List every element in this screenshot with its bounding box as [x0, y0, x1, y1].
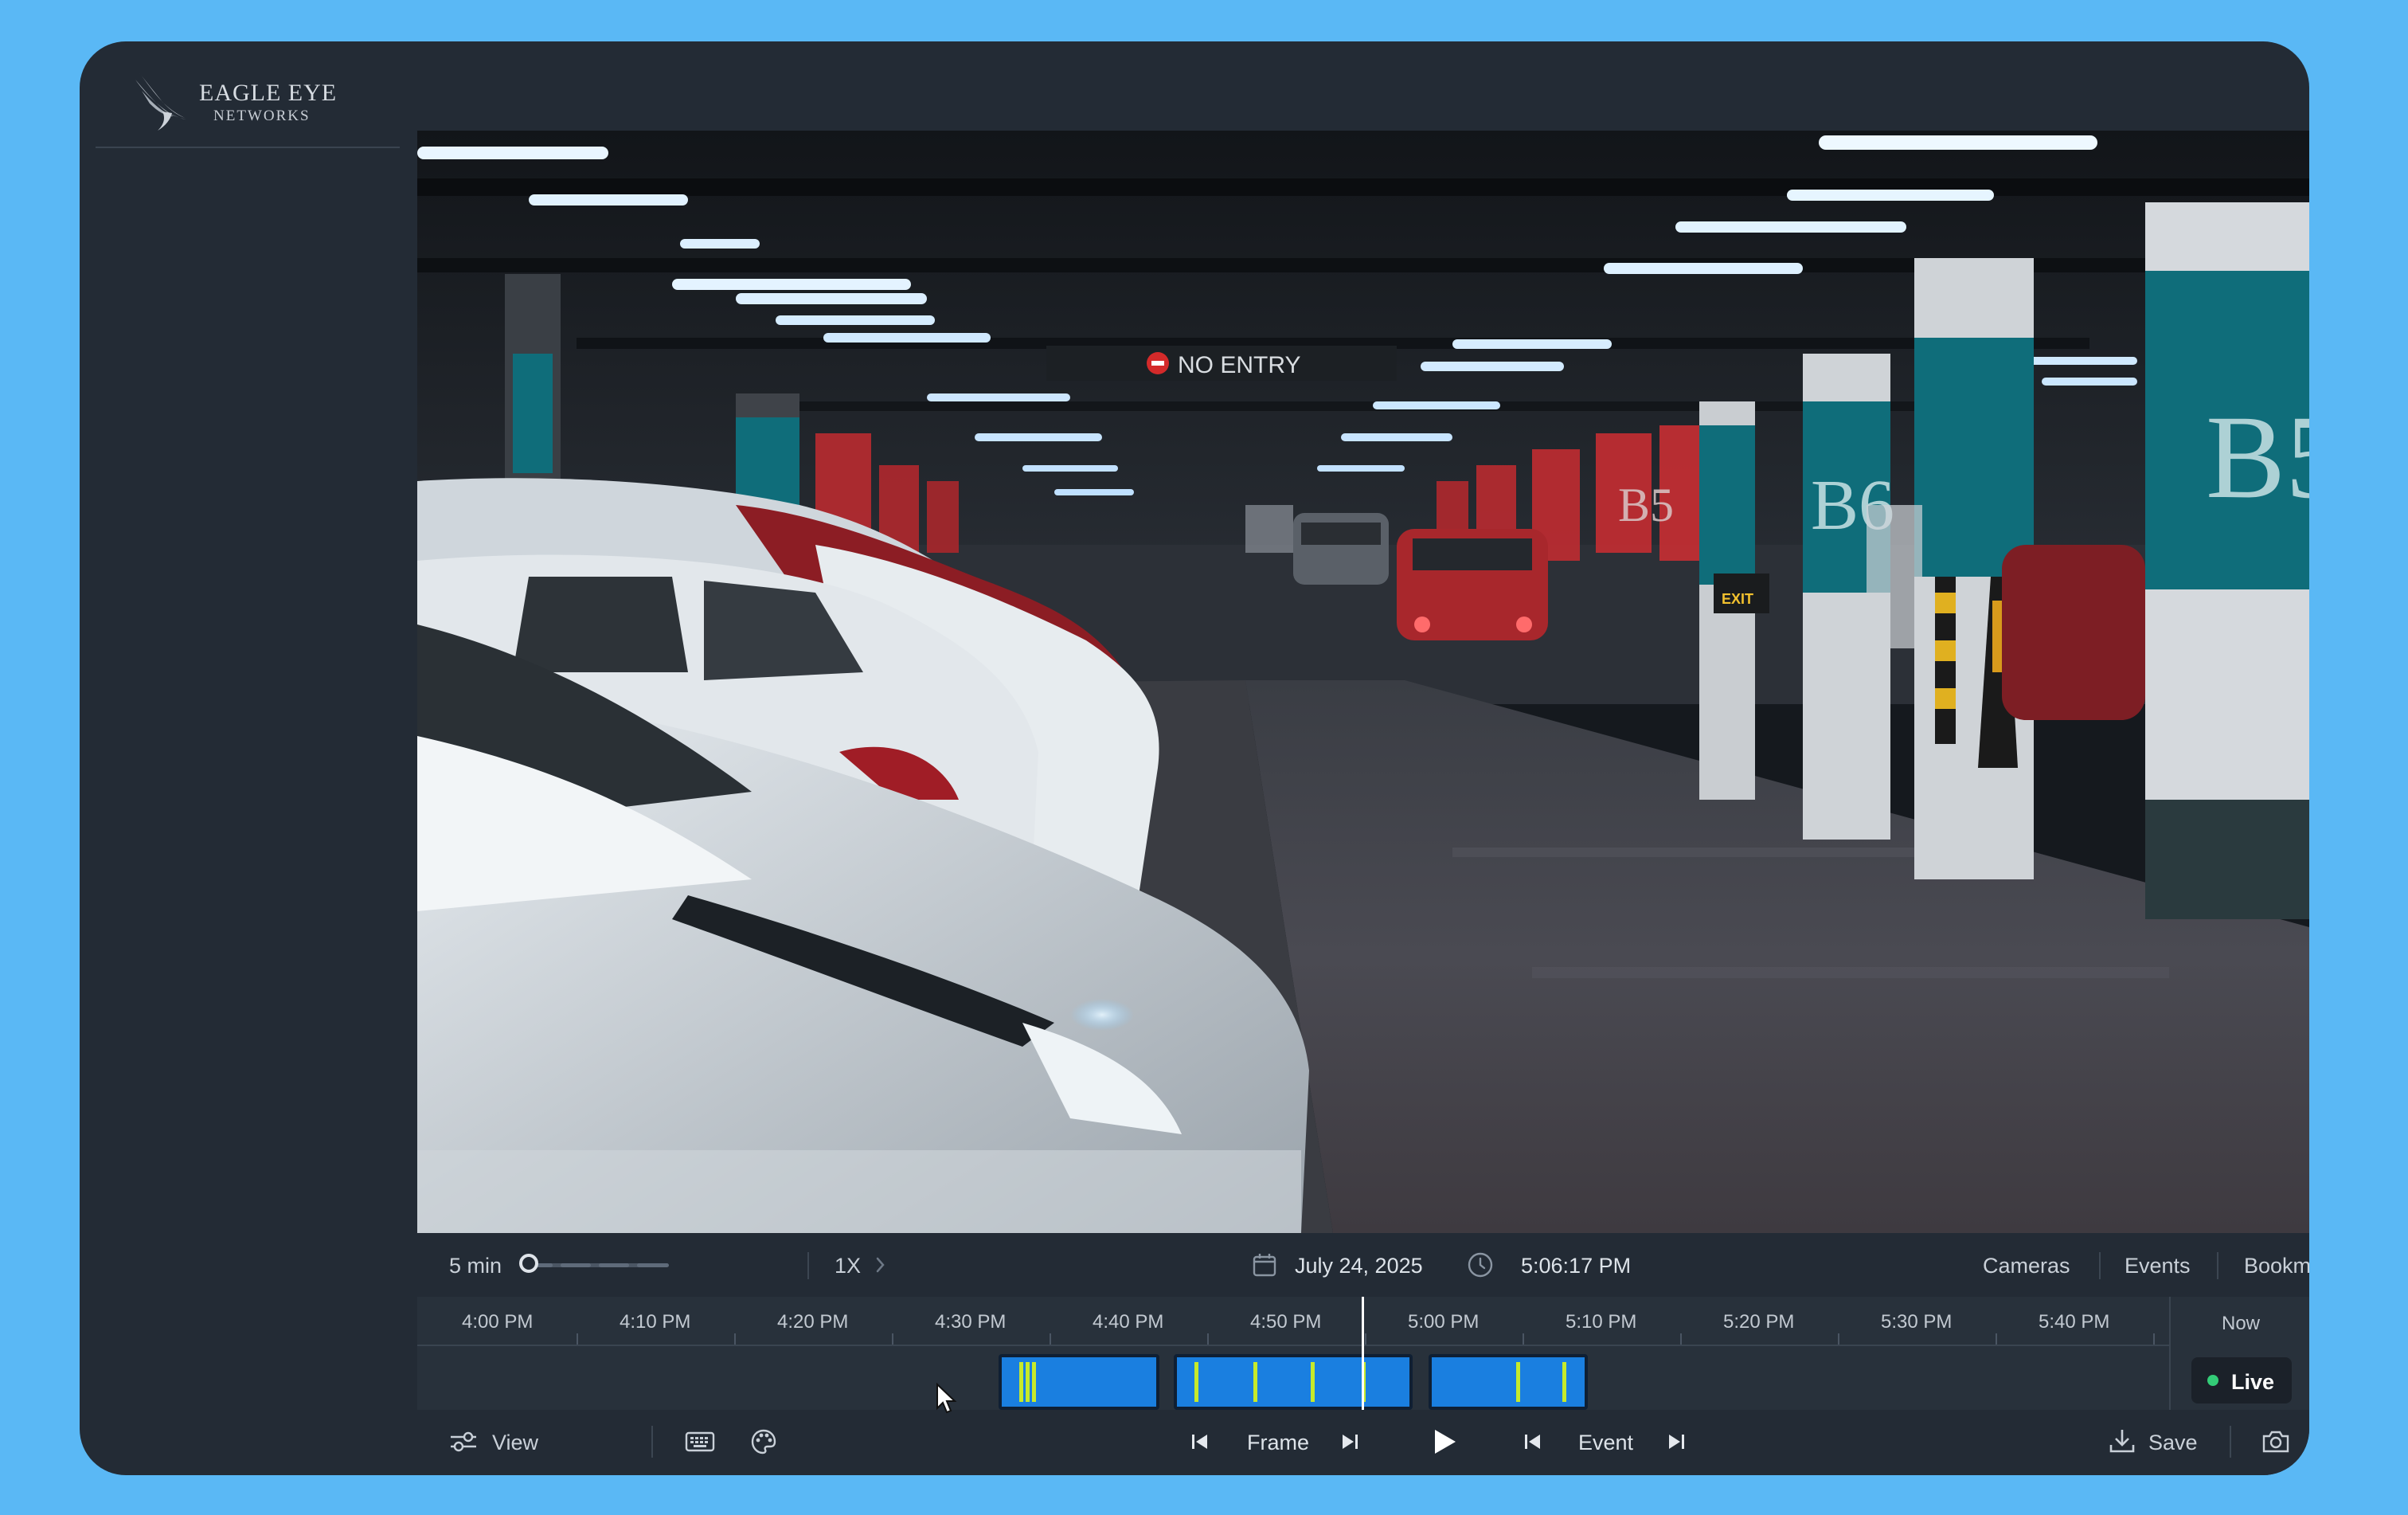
tick-label: 4:10 PM [620, 1311, 691, 1333]
mouse-cursor-icon [936, 1383, 957, 1414]
palette-icon[interactable] [750, 1428, 777, 1455]
clock-icon[interactable] [1467, 1251, 1494, 1278]
recording-segment[interactable] [999, 1354, 1159, 1410]
tick-label: 4:20 PM [777, 1311, 849, 1333]
zoom-slider-segment [637, 1263, 669, 1267]
tick-mark [734, 1333, 736, 1345]
sidebar-divider [96, 147, 400, 148]
no-entry-sign: NO ENTRY [1178, 352, 1300, 378]
frame-label: Frame [1247, 1431, 1310, 1454]
tick-mark [892, 1333, 893, 1345]
tick-label: 4:50 PM [1250, 1311, 1322, 1333]
tick-label: 5:20 PM [1723, 1311, 1795, 1333]
tick-label: 5:10 PM [1566, 1311, 1637, 1333]
camera-icon[interactable] [2261, 1429, 2290, 1454]
skip-forward-icon[interactable] [1664, 1431, 1688, 1453]
download-icon[interactable] [2109, 1427, 2136, 1454]
tick-mark [1050, 1333, 1051, 1345]
tick-mark [1523, 1333, 1524, 1345]
zoom-slider-handle[interactable] [519, 1254, 538, 1273]
pillar-label-b5-far: B5 [1618, 479, 1674, 531]
playhead[interactable] [1362, 1297, 1364, 1410]
play-icon[interactable] [1430, 1427, 1459, 1456]
speed-selector[interactable]: 1X [835, 1255, 861, 1277]
video-feed[interactable]: NO ENTRY B5 [417, 131, 2309, 1233]
playback-controls: 5 min 1X July 24, 2025 5:06:17 PM Camera… [417, 1233, 2309, 1475]
bookmarks-tab[interactable]: Bookmarks [2244, 1255, 2309, 1277]
timeline[interactable]: 4:00 PM 4:10 PM 4:20 PM 4:30 PM 4:40 PM … [417, 1297, 2309, 1410]
zoom-slider-segment [561, 1263, 591, 1267]
app-window: EAGLE EYE NETWORKS NO ENTRY B B6 B5 EXIT… [80, 41, 2309, 1475]
skip-forward-icon[interactable] [1338, 1431, 1362, 1453]
divider [651, 1426, 653, 1458]
now-label: Now [2222, 1313, 2261, 1334]
event-marker[interactable] [1194, 1362, 1198, 1402]
date-display[interactable]: July 24, 2025 [1295, 1255, 1423, 1277]
event-label: Event [1578, 1431, 1634, 1454]
skip-back-icon[interactable] [1188, 1431, 1212, 1453]
recording-segment[interactable] [1174, 1354, 1413, 1410]
event-marker[interactable] [1019, 1362, 1023, 1402]
events-tab[interactable]: Events [2125, 1255, 2191, 1277]
eagle-icon [135, 72, 186, 131]
sliders-icon[interactable] [449, 1429, 478, 1454]
keyboard-icon[interactable] [685, 1431, 715, 1453]
tick-label: 4:00 PM [462, 1311, 534, 1333]
brand-name: EAGLE EYE [199, 80, 338, 106]
calendar-icon[interactable] [1252, 1252, 1277, 1278]
zoom-label: 5 min [449, 1254, 502, 1278]
now-column: Now Live [2169, 1297, 2309, 1410]
live-button[interactable]: Live [2191, 1357, 2292, 1403]
time-display[interactable]: 5:06:17 PM [1521, 1255, 1631, 1277]
timeline-ruler: 4:00 PM 4:10 PM 4:20 PM 4:30 PM 4:40 PM … [417, 1297, 2169, 1346]
divider [2217, 1252, 2218, 1279]
zoom-slider-segment [599, 1263, 629, 1267]
cameras-tab[interactable]: Cameras [1983, 1255, 2070, 1277]
event-marker[interactable] [1032, 1362, 1036, 1402]
event-marker[interactable] [1562, 1362, 1566, 1402]
divider [807, 1252, 809, 1279]
event-marker[interactable] [1311, 1362, 1315, 1402]
event-marker[interactable] [1253, 1362, 1257, 1402]
save-button[interactable]: Save [2148, 1432, 2198, 1454]
tick-label: 5:00 PM [1408, 1311, 1480, 1333]
chevron-right-icon[interactable] [874, 1255, 887, 1274]
tick-mark [577, 1333, 578, 1345]
top-toolbar: 5 min 1X July 24, 2025 5:06:17 PM Camera… [417, 1233, 2309, 1297]
tick-mark [2153, 1333, 2155, 1345]
event-marker[interactable] [1516, 1362, 1520, 1402]
tick-mark [1996, 1333, 1997, 1345]
live-indicator-dot [2207, 1375, 2218, 1386]
event-marker[interactable] [1026, 1362, 1030, 1402]
live-label: Live [2231, 1370, 2275, 1394]
recording-segment[interactable] [1429, 1354, 1588, 1410]
tick-label: 5:40 PM [2039, 1311, 2110, 1333]
tick-mark [1680, 1333, 1682, 1345]
divider [2230, 1426, 2231, 1458]
tick-mark [1838, 1333, 1839, 1345]
view-button[interactable]: View [492, 1432, 538, 1454]
exit-sign: EXIT [1722, 591, 1753, 607]
tick-mark [1365, 1333, 1366, 1345]
tick-mark [1207, 1333, 1209, 1345]
tick-label: 4:30 PM [935, 1311, 1007, 1333]
brand-sub: NETWORKS [213, 108, 311, 124]
eagle-eye-logo: EAGLE EYE NETWORKS [134, 51, 341, 162]
tick-label: 4:40 PM [1093, 1311, 1164, 1333]
divider [2099, 1252, 2101, 1279]
pillar-label-b5: B5 [2206, 391, 2309, 523]
skip-back-icon[interactable] [1521, 1431, 1545, 1453]
bottom-toolbar: View Frame Event Save [417, 1410, 2309, 1475]
tick-label: 5:30 PM [1881, 1311, 1953, 1333]
